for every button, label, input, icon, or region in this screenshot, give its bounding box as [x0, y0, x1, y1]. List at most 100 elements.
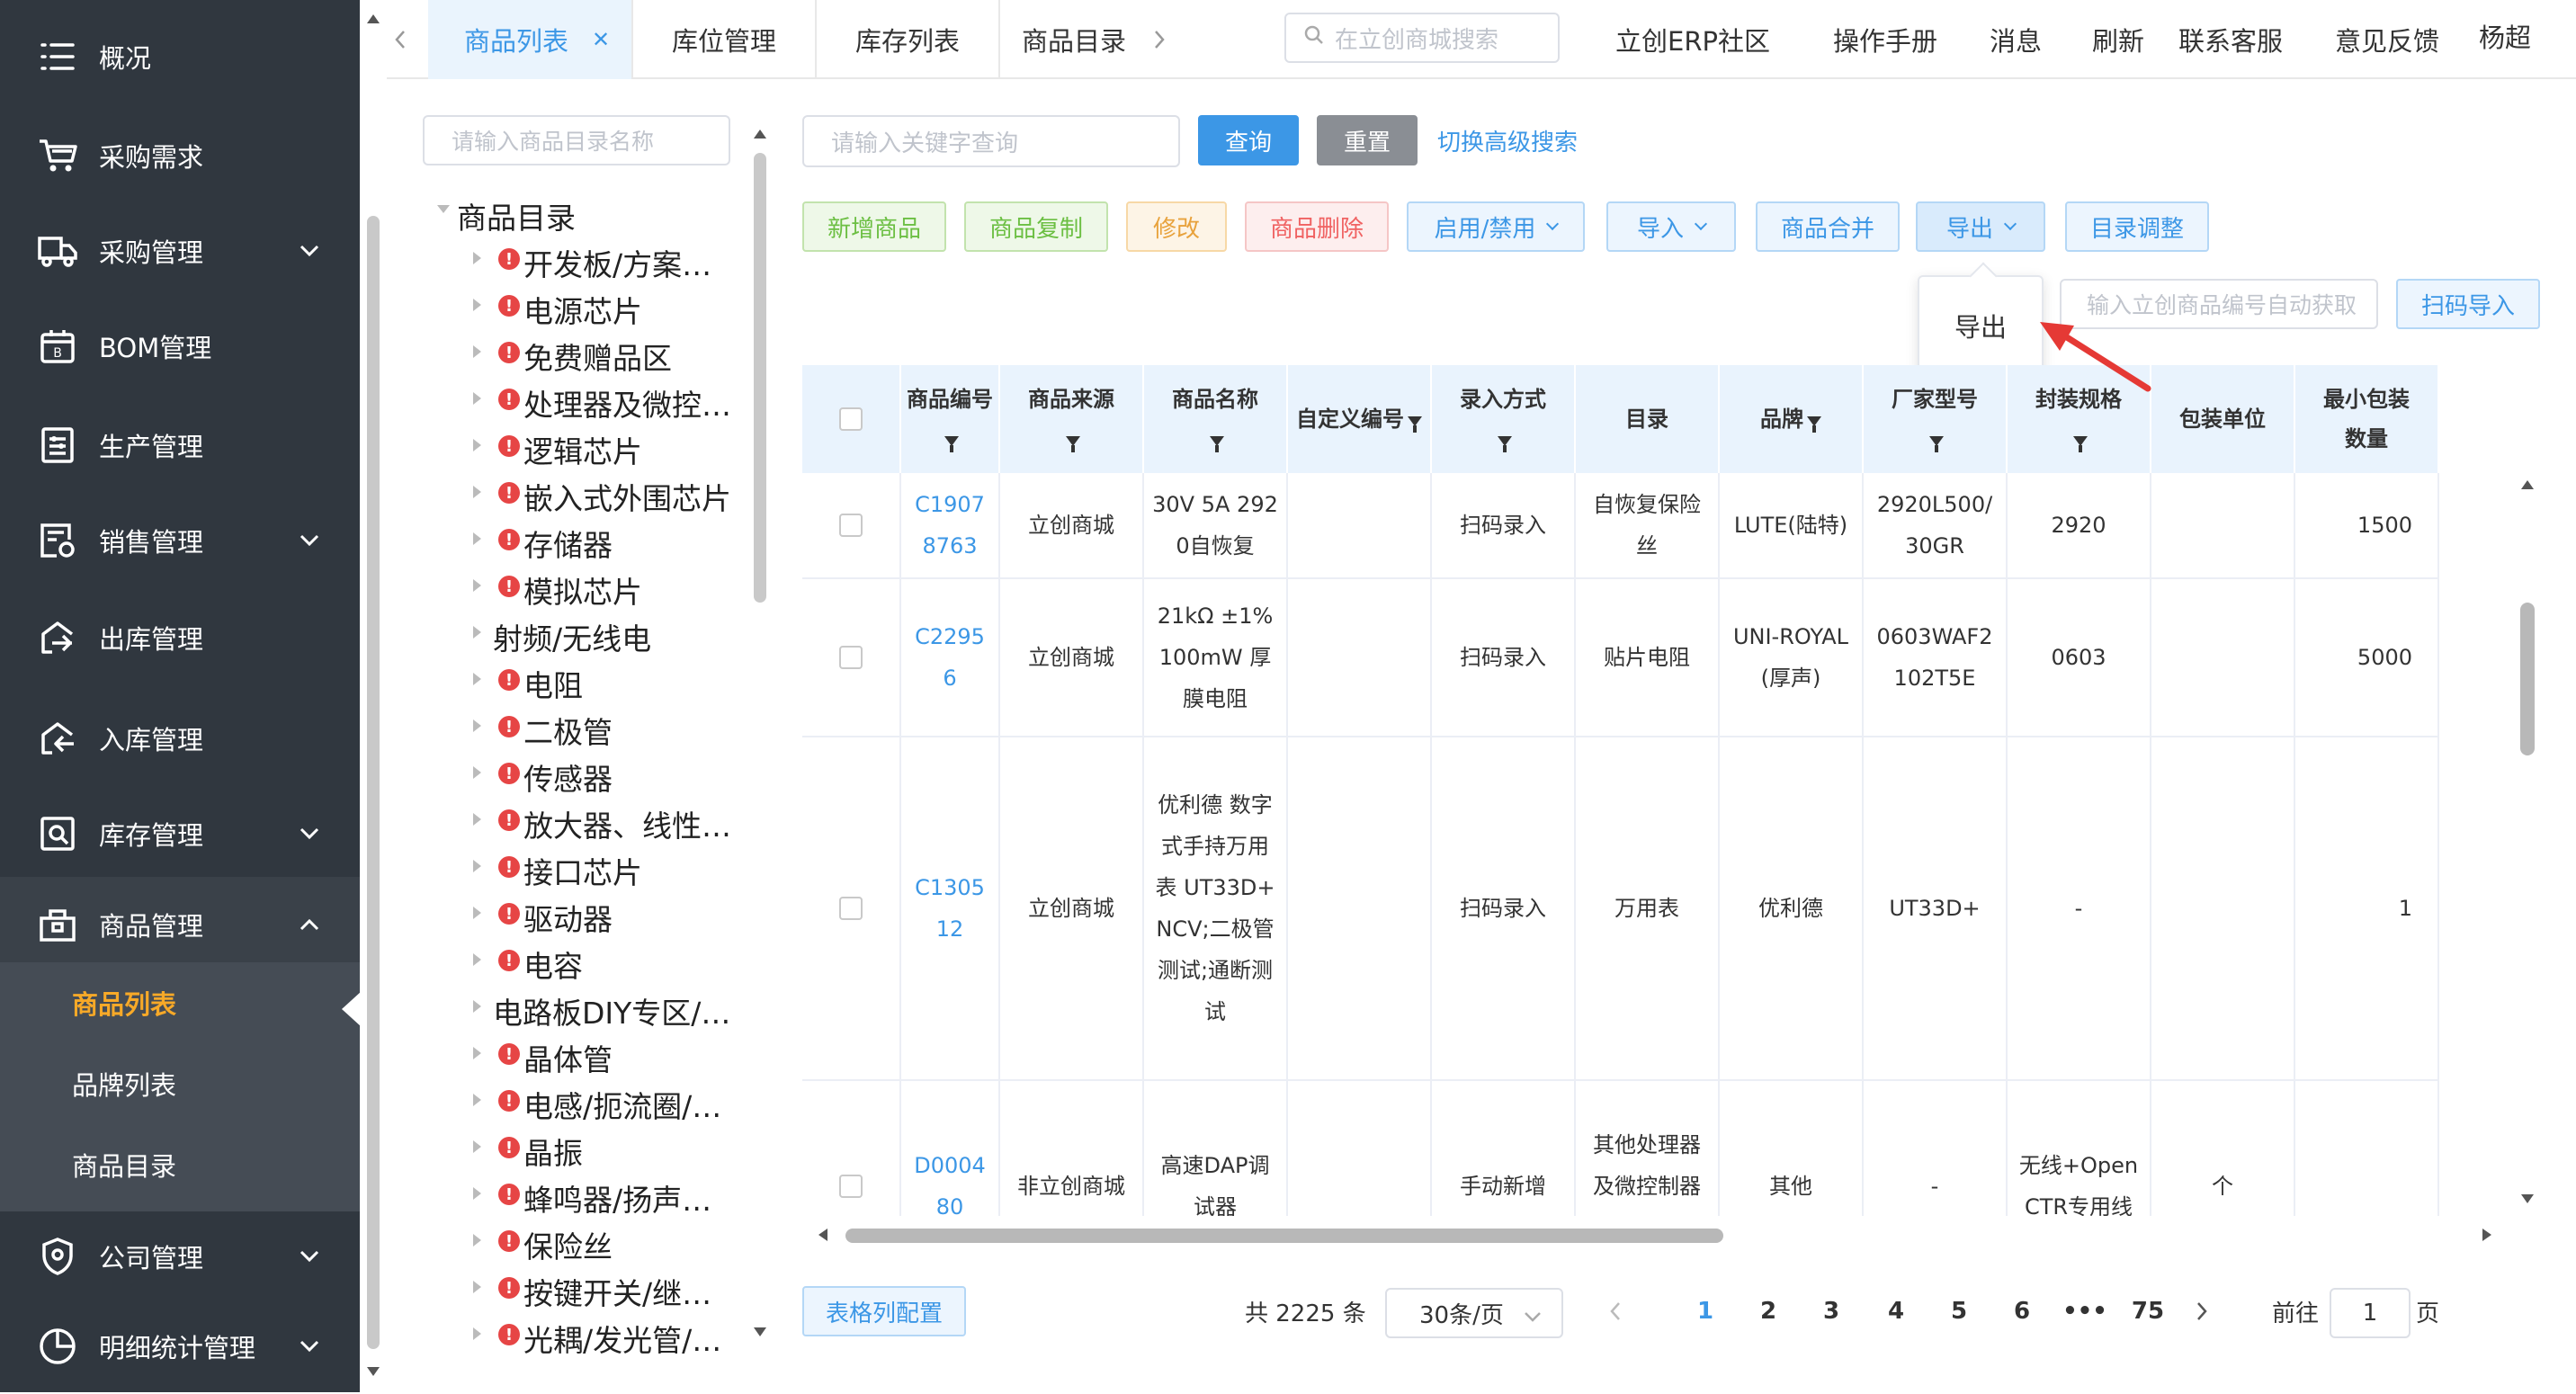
tree-scrollbar-thumb[interactable]	[754, 153, 766, 603]
tree-scrollbar[interactable]	[748, 126, 772, 1349]
keyword-search-input[interactable]: 请输入关键字查询	[802, 115, 1180, 167]
page-number-button[interactable]: 2	[1741, 1286, 1795, 1336]
caret-right-icon[interactable]	[473, 953, 481, 966]
scroll-up-arrow-icon[interactable]	[367, 14, 380, 23]
reset-button[interactable]: 重置	[1317, 115, 1418, 165]
tab-location[interactable]: 库位管理	[633, 0, 817, 79]
nav-refresh[interactable]: 刷新	[2092, 0, 2144, 79]
sidebar-item-stats[interactable]: 明细统计管理	[0, 1299, 360, 1394]
caret-right-icon[interactable]	[473, 486, 481, 498]
query-button[interactable]: 查询	[1198, 115, 1299, 165]
page-size-select[interactable]: 30条/页	[1385, 1288, 1563, 1338]
caret-right-icon[interactable]	[473, 626, 481, 639]
caret-right-icon[interactable]	[473, 345, 481, 358]
scroll-down-arrow-icon[interactable]	[754, 1327, 766, 1336]
caret-right-icon[interactable]	[473, 1047, 481, 1059]
scroll-down-arrow-icon[interactable]	[367, 1367, 380, 1376]
caret-right-icon[interactable]	[473, 1327, 481, 1340]
caret-right-icon[interactable]	[473, 1140, 481, 1153]
caret-right-icon[interactable]	[473, 1000, 481, 1013]
filter-icon[interactable]	[1066, 436, 1080, 452]
sidebar-item-purchase[interactable]: 采购管理	[0, 203, 360, 299]
filter-icon[interactable]	[944, 436, 959, 452]
submenu-item-goods-list[interactable]: 商品列表	[0, 962, 360, 1043]
tabs-next-icon[interactable]	[1153, 29, 1173, 50]
merge-goods-button[interactable]: 商品合并	[1756, 201, 1900, 252]
page-number-button[interactable]: 6	[1995, 1286, 2049, 1336]
sidebar-item-goods[interactable]: 商品管理	[0, 877, 360, 972]
sidebar-item-inbound[interactable]: 入库管理	[0, 691, 360, 786]
sidebar-item-company[interactable]: 公司管理	[0, 1209, 360, 1304]
nav-user[interactable]: 杨超	[2479, 0, 2531, 76]
scroll-left-arrow-icon[interactable]	[818, 1229, 827, 1241]
tab-stock-list[interactable]: 库存列表	[817, 0, 1000, 79]
caret-right-icon[interactable]	[473, 1234, 481, 1247]
page-number-button[interactable]: •••	[2058, 1286, 2112, 1336]
nav-support[interactable]: 联系客服	[2178, 0, 2283, 79]
goods-code-link[interactable]: C130512	[901, 737, 1000, 1081]
submenu-item-goods-catalog[interactable]: 商品目录	[0, 1124, 360, 1205]
caret-right-icon[interactable]	[473, 1281, 481, 1293]
caret-right-icon[interactable]	[473, 719, 481, 732]
goods-code-link[interactable]: C19078763	[901, 473, 1000, 579]
sidebar-item-bom[interactable]: B BOM管理	[0, 299, 360, 394]
select-all-checkbox[interactable]	[839, 407, 863, 431]
caret-right-icon[interactable]	[473, 439, 481, 451]
filter-icon[interactable]	[1498, 436, 1512, 452]
toggle-enable-button[interactable]: 启用/禁用	[1407, 201, 1585, 252]
page-scrollbar-thumb[interactable]	[367, 216, 380, 1349]
nav-community[interactable]: 立创ERP社区	[1615, 0, 1770, 79]
filter-icon[interactable]	[1929, 436, 1944, 452]
table-vertical-scrollbar-thumb[interactable]	[2520, 603, 2535, 755]
scan-import-button[interactable]: 扫码导入	[2396, 279, 2540, 329]
table-horizontal-scrollbar-thumb[interactable]	[845, 1229, 1723, 1243]
prev-page-button[interactable]	[1608, 1286, 1623, 1336]
page-number-button[interactable]: 3	[1804, 1286, 1858, 1336]
catalog-adjust-button[interactable]: 目录调整	[2065, 201, 2209, 252]
tab-goods-catalog[interactable]: 商品目录	[1000, 0, 1126, 79]
delete-goods-button[interactable]: 商品删除	[1245, 201, 1389, 252]
caret-right-icon[interactable]	[473, 907, 481, 919]
caret-right-icon[interactable]	[473, 673, 481, 685]
nav-manual[interactable]: 操作手册	[1833, 0, 1937, 79]
filter-icon[interactable]	[2073, 436, 2088, 452]
edit-button[interactable]: 修改	[1126, 201, 1227, 252]
sidebar-item-overview[interactable]: 概况	[0, 9, 360, 104]
row-select-cell[interactable]	[802, 737, 901, 1081]
page-number-button[interactable]: 5	[1932, 1286, 1986, 1336]
advanced-search-link[interactable]: 切换高级搜索	[1437, 115, 1578, 165]
import-button[interactable]: 导入	[1606, 201, 1736, 252]
scroll-up-arrow-icon[interactable]	[754, 130, 766, 139]
scroll-up-arrow-icon[interactable]	[2521, 480, 2534, 489]
caret-right-icon[interactable]	[473, 1187, 481, 1200]
tabs-prev-icon[interactable]	[394, 29, 414, 50]
catalog-search-input[interactable]: 请输入商品目录名称	[423, 115, 730, 165]
scroll-right-arrow-icon[interactable]	[2482, 1229, 2491, 1241]
row-select-cell[interactable]	[802, 1081, 901, 1216]
caret-right-icon[interactable]	[473, 252, 481, 264]
sidebar-item-outbound[interactable]: 出库管理	[0, 590, 360, 685]
sidebar-item-purchase-demand[interactable]: 采购需求	[0, 108, 360, 203]
tab-goods-list[interactable]: 商品列表 ✕	[428, 0, 633, 79]
add-goods-button[interactable]: 新增商品	[802, 201, 946, 252]
scroll-down-arrow-icon[interactable]	[2521, 1194, 2534, 1203]
page-number-button[interactable]: 75	[2121, 1286, 2175, 1336]
page-number-button[interactable]: 1	[1678, 1286, 1732, 1336]
nav-feedback[interactable]: 意见反馈	[2335, 0, 2439, 79]
row-checkbox[interactable]	[839, 514, 863, 537]
caret-right-icon[interactable]	[473, 579, 481, 592]
table-vertical-scrollbar[interactable]	[2515, 477, 2540, 1214]
row-select-cell[interactable]	[802, 473, 901, 579]
caret-right-icon[interactable]	[473, 860, 481, 872]
row-select-cell[interactable]	[802, 579, 901, 737]
close-icon[interactable]: ✕	[592, 27, 610, 52]
goods-code-link[interactable]: D000480	[901, 1081, 1000, 1216]
nav-messages[interactable]: 消息	[1990, 0, 2042, 79]
table-horizontal-scrollbar[interactable]	[802, 1220, 2493, 1250]
sidebar-item-production[interactable]: 生产管理	[0, 398, 360, 493]
caret-right-icon[interactable]	[473, 766, 481, 779]
sidebar-item-sales[interactable]: 销售管理	[0, 493, 360, 588]
copy-goods-button[interactable]: 商品复制	[964, 201, 1108, 252]
goods-code-link[interactable]: C22956	[901, 579, 1000, 737]
row-checkbox[interactable]	[839, 897, 863, 920]
